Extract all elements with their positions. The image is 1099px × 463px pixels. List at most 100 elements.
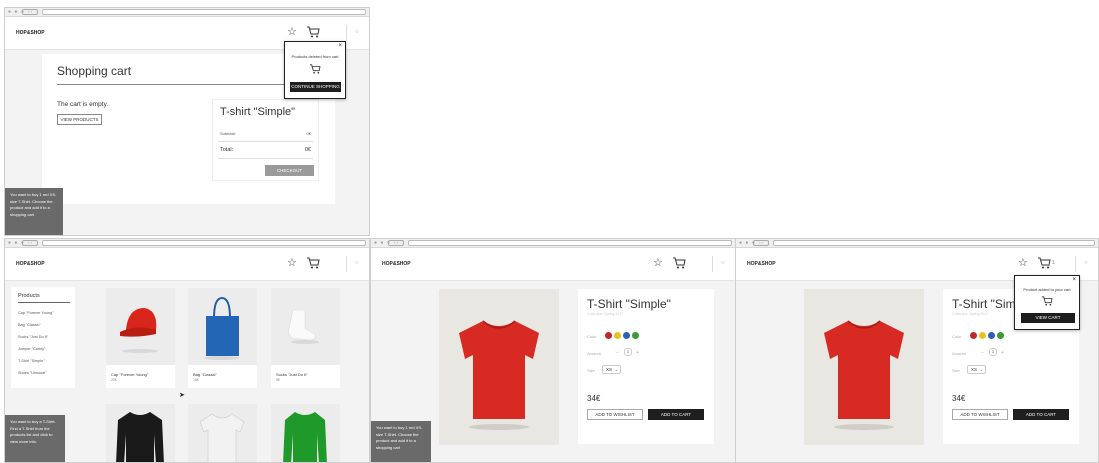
product-price: 20€ <box>111 378 117 382</box>
task-instruction: You want to buy a T-Shirt. Find a T-Shir… <box>5 415 65 462</box>
search-icon[interactable]: ○ <box>355 29 359 35</box>
view-products-button[interactable]: VIEW PRODUCTS <box>57 114 102 125</box>
color-swatch-green[interactable] <box>997 332 1004 339</box>
sidebar-item[interactable]: Socks "Just Do It" <box>18 335 48 339</box>
view-cart-button[interactable]: VIEW CART <box>1021 313 1075 323</box>
product-info-card: T-Shirt "Simple" Collection: Spring 2017… <box>578 289 714 444</box>
sidebar-item[interactable]: Shoes "Unusual" <box>18 371 46 375</box>
summary-card: T-shirt "Simple" Subtotal: 0€ Total: 0€ … <box>212 99 319 181</box>
search-icon[interactable]: ○ <box>355 260 359 266</box>
checkout-button[interactable]: CHECKOUT <box>265 165 314 176</box>
color-swatch-yellow[interactable] <box>979 332 986 339</box>
close-icon[interactable]: × <box>338 43 342 49</box>
product-name[interactable]: Socks "Just Do It" <box>276 372 308 377</box>
products-sidebar: Products Cap "Forever Young" Bag "Classi… <box>11 287 75 388</box>
product-image <box>804 289 924 445</box>
amount-minus[interactable]: − <box>981 350 984 356</box>
header-divider <box>712 256 713 272</box>
site-header: HOP&SHOP ☆ ○ <box>5 248 369 281</box>
amount-label: Amount <box>952 351 966 356</box>
amount-value[interactable]: 1 <box>624 348 632 356</box>
size-label: Size <box>952 368 960 373</box>
address-bar[interactable] <box>42 240 366 246</box>
product-image[interactable] <box>271 288 340 365</box>
search-icon[interactable]: ○ <box>1084 260 1088 266</box>
product-image[interactable] <box>106 288 175 365</box>
logo[interactable]: HOP&SHOP <box>747 261 776 267</box>
header-divider <box>1075 256 1076 272</box>
product-image[interactable] <box>188 288 257 365</box>
logo[interactable]: HOP&SHOP <box>382 261 411 267</box>
add-to-wishlist-button[interactable]: ADD TO WISHLIST <box>587 409 643 420</box>
color-swatch-red[interactable] <box>970 332 977 339</box>
cart-icon[interactable] <box>306 26 320 38</box>
product-tile[interactable] <box>271 404 340 462</box>
chevron-down-icon: ⌄ <box>614 367 618 372</box>
search-icon[interactable]: ○ <box>721 260 725 266</box>
sidebar-item[interactable]: Cap "Forever Young" <box>18 311 53 315</box>
logo[interactable]: HOP&SHOP <box>16 30 45 36</box>
amount-plus[interactable]: + <box>1001 350 1004 356</box>
size-label: Size <box>587 368 595 373</box>
amount-minus[interactable]: − <box>616 350 619 356</box>
product-subtitle: Collection: Spring 2017 <box>587 312 624 316</box>
color-swatches <box>605 332 650 341</box>
product-tile[interactable]: Bag "Classic" 15€ <box>188 288 257 388</box>
product-name[interactable]: Cap "Forever Young" <box>111 372 148 377</box>
bag-image <box>204 296 240 360</box>
cart-icon[interactable] <box>672 257 686 269</box>
address-bar[interactable] <box>42 9 366 15</box>
color-swatch-red[interactable] <box>605 332 612 339</box>
product-tile[interactable]: Cap "Forever Young" 20€ <box>106 288 175 388</box>
star-icon[interactable]: ☆ <box>653 256 663 269</box>
close-icon[interactable]: × <box>1072 277 1076 283</box>
cart-icon[interactable] <box>1037 257 1051 269</box>
sidebar-title: Products <box>18 293 40 299</box>
star-icon[interactable]: ☆ <box>287 256 297 269</box>
color-swatch-blue[interactable] <box>623 332 630 339</box>
product-tile[interactable] <box>188 404 257 462</box>
product-image[interactable] <box>106 404 175 462</box>
window-product-added: ● ● ● ‹ › HOP&SHOP ☆ 1 ○ T-Shirt "Simple… <box>735 238 1099 463</box>
cart-icon[interactable] <box>306 257 320 269</box>
product-image[interactable] <box>188 404 257 462</box>
window-products: ● ● ● ‹ › HOP&SHOP ☆ ○ Products Cap "For… <box>4 238 370 463</box>
sidebar-rule <box>18 302 70 303</box>
product-image <box>439 289 559 445</box>
amount-label: Amount <box>587 351 601 356</box>
amount-plus[interactable]: + <box>636 350 639 356</box>
logo[interactable]: HOP&SHOP <box>16 261 45 267</box>
product-name[interactable]: Bag "Classic" <box>193 372 217 377</box>
color-swatch-yellow[interactable] <box>614 332 621 339</box>
color-swatch-blue[interactable] <box>988 332 995 339</box>
size-select[interactable]: XS ⌄ <box>602 365 621 374</box>
product-price: 5€ <box>276 378 280 382</box>
nav-buttons[interactable]: ‹ › <box>22 9 38 15</box>
header-divider <box>346 25 347 41</box>
product-tile[interactable] <box>106 404 175 462</box>
color-swatch-green[interactable] <box>632 332 639 339</box>
cart-icon <box>1042 296 1053 306</box>
product-image[interactable] <box>271 404 340 462</box>
continue-shopping-button[interactable]: CONTINUE SHOPPING <box>290 82 341 92</box>
star-icon[interactable]: ☆ <box>287 25 297 38</box>
address-bar[interactable] <box>408 240 732 246</box>
address-bar[interactable] <box>773 240 1095 246</box>
socks-image <box>288 309 319 344</box>
browser-chrome: ● ● ● ‹ › <box>5 239 369 248</box>
nav-buttons[interactable]: ‹ › <box>753 240 769 246</box>
sidebar-item[interactable]: Jumper "Comfy" <box>18 347 45 351</box>
star-icon[interactable]: ☆ <box>1018 256 1028 269</box>
add-to-cart-button[interactable]: ADD TO CART <box>648 409 704 420</box>
size-value: XS <box>971 367 978 372</box>
nav-buttons[interactable]: ‹ › <box>22 240 38 246</box>
add-to-cart-button[interactable]: ADD TO CART <box>1013 409 1069 420</box>
amount-value[interactable]: 1 <box>989 348 997 356</box>
size-select[interactable]: XS ⌄ <box>967 365 986 374</box>
sidebar-item[interactable]: T-Shirt "Simple" <box>18 359 45 363</box>
product-tile[interactable]: Socks "Just Do It" 5€ <box>271 288 340 388</box>
total-label: Total: <box>220 147 234 153</box>
add-to-wishlist-button[interactable]: ADD TO WISHLIST <box>952 409 1008 420</box>
sidebar-item[interactable]: Bag "Classic" <box>18 323 41 327</box>
nav-buttons[interactable]: ‹ › <box>388 240 404 246</box>
